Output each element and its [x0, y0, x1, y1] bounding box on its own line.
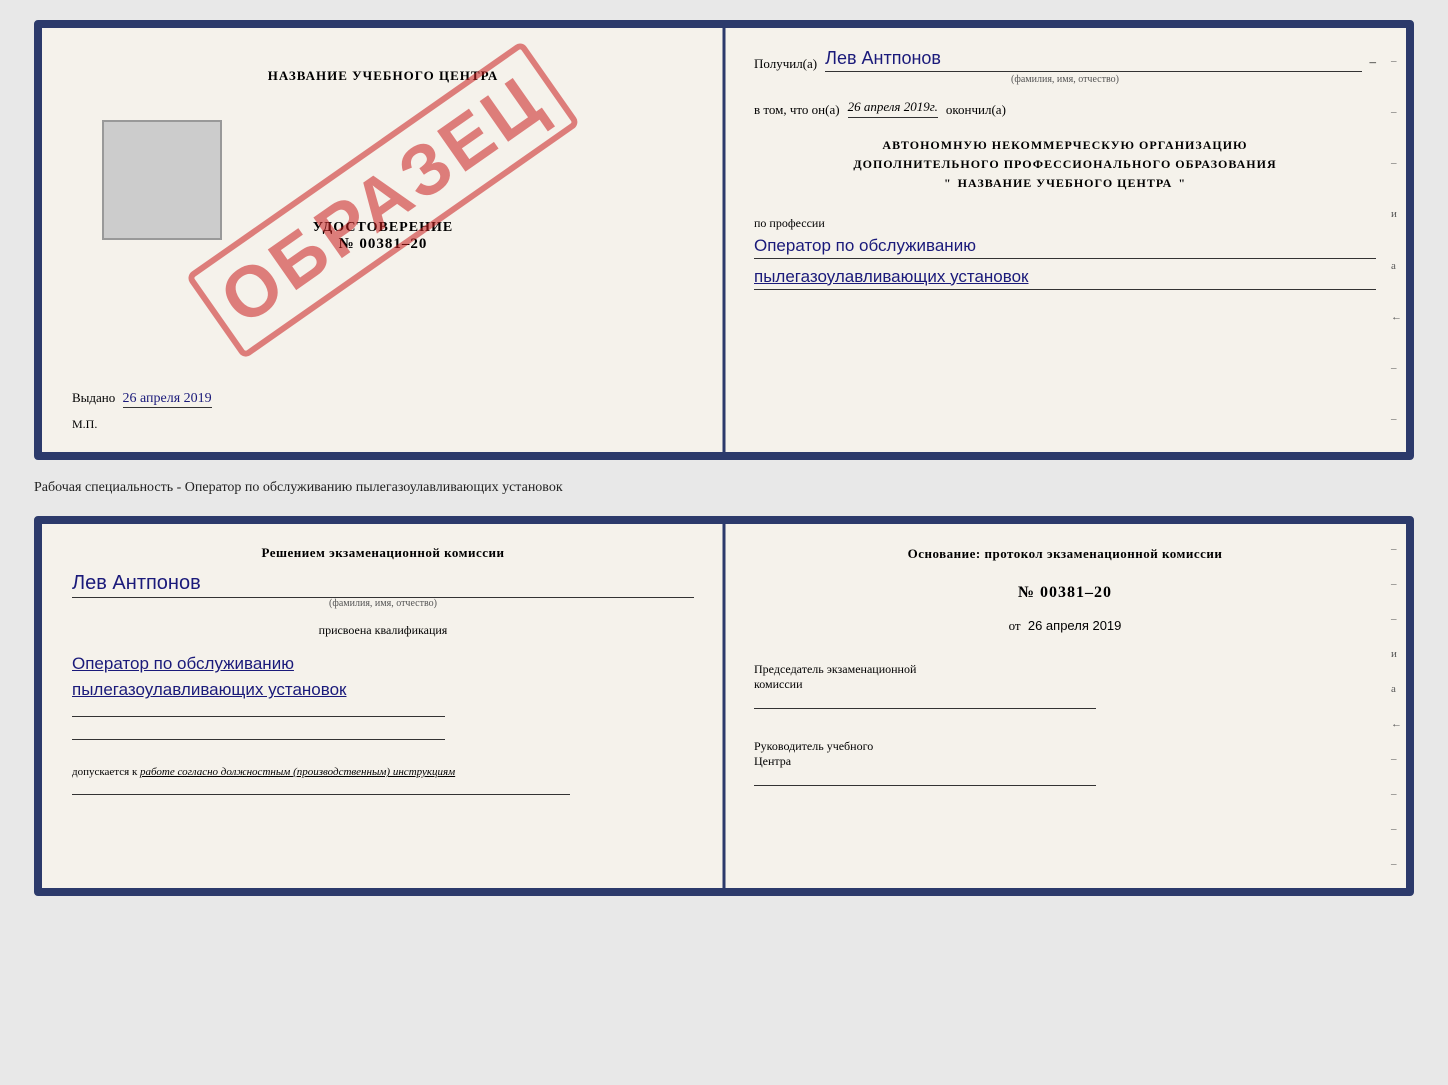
- org-name-line: " НАЗВАНИЕ УЧЕБНОГО ЦЕНТРА ": [754, 174, 1376, 193]
- rukovodit-line2: Центра: [754, 754, 1376, 769]
- bottom-document-card: Решением экзаменационной комиссии Лев Ан…: [34, 516, 1414, 896]
- vtom-line: в том, что он(а) 26 апреля 2019г. окончи…: [754, 99, 1376, 118]
- top-right-panel: Получил(а) Лев Антпонов – (фамилия, имя,…: [724, 28, 1406, 452]
- qual-line1: Оператор по обслуживанию: [72, 654, 694, 674]
- blank-line3: [72, 794, 570, 795]
- okonchil-label: окончил(а): [946, 102, 1006, 118]
- page-container: НАЗВАНИЕ УЧЕБНОГО ЦЕНТРА ОБРАЗЕЦ УДОСТОВ…: [34, 20, 1414, 896]
- rukovodit-block: Руководитель учебного Центра: [754, 739, 1376, 788]
- profession-line2: пылегазоулавливающих установок: [754, 267, 1376, 290]
- protocol-number: № 00381–20: [754, 584, 1376, 602]
- profession-block: по профессии Оператор по обслуживанию пы…: [754, 214, 1376, 290]
- udostoverenie-block: УДОСТОВЕРЕНИЕ № 00381–20: [313, 220, 453, 253]
- stamp-container: НАЗВАНИЕ УЧЕБНОГО ЦЕНТРА ОБРАЗЕЦ УДОСТОВ…: [72, 48, 694, 330]
- org-line1: АВТОНОМНУЮ НЕКОММЕРЧЕСКУЮ ОРГАНИЗАЦИЮ: [754, 136, 1376, 155]
- qual-block: Оператор по обслуживанию пылегазоулавлив…: [72, 648, 694, 700]
- org-name: НАЗВАНИЕ УЧЕБНОГО ЦЕНТРА: [958, 174, 1173, 193]
- recipient-section: Получил(а) Лев Антпонов – (фамилия, имя,…: [754, 48, 1376, 85]
- udostoverenie-label: УДОСТОВЕРЕНИЕ: [313, 220, 453, 236]
- vtom-label: в том, что он(а): [754, 102, 840, 118]
- osnov-label: Основание: протокол экзаменационной коми…: [754, 544, 1376, 564]
- bottom-left-panel: Решением экзаменационной комиссии Лев Ан…: [42, 524, 724, 888]
- osnov-section: Основание: протокол экзаменационной коми…: [754, 544, 1376, 564]
- separator-text: Рабочая специальность - Оператор по обсл…: [34, 472, 1414, 504]
- left-title: НАЗВАНИЕ УЧЕБНОГО ЦЕНТРА: [268, 68, 499, 84]
- profession-label: по профессии: [754, 216, 825, 230]
- udostoverenie-number: № 00381–20: [313, 236, 453, 253]
- ot-date: 26 апреля 2019: [1028, 618, 1122, 633]
- org-line2: ДОПОЛНИТЕЛЬНОГО ПРОФЕССИОНАЛЬНОГО ОБРАЗО…: [754, 155, 1376, 174]
- stamp-box: [102, 120, 222, 240]
- vtom-date: 26 апреля 2019г.: [848, 99, 938, 118]
- допускается-block: допускается к работе согласно должностны…: [72, 766, 694, 778]
- dash-after-name: –: [1370, 54, 1377, 70]
- blank-line1: [72, 716, 445, 717]
- obrazets-watermark: ОБРАЗЕЦ: [185, 40, 580, 359]
- recipient-name: Лев Антпонов: [825, 48, 1361, 72]
- допускается-value: работе согласно должностным (производств…: [140, 766, 455, 778]
- from-date: от 26 апреля 2019: [754, 618, 1376, 634]
- predsedatel-line1: Председатель экзаменационной: [754, 662, 1376, 677]
- org-block: АВТОНОМНУЮ НЕКОММЕРЧЕСКУЮ ОРГАНИЗАЦИЮ ДО…: [754, 136, 1376, 194]
- chairman-block: Председатель экзаменационной комиссии: [754, 662, 1376, 711]
- top-document-card: НАЗВАНИЕ УЧЕБНОГО ЦЕНТРА ОБРАЗЕЦ УДОСТОВ…: [34, 20, 1414, 460]
- vidano-label: Выдано: [72, 390, 115, 405]
- mp-line: М.П.: [72, 417, 694, 432]
- poluchil-label: Получил(а): [754, 56, 817, 72]
- rukovodit-line1: Руководитель учебного: [754, 739, 1376, 754]
- bottom-right-panel: Основание: протокол экзаменационной коми…: [724, 524, 1406, 888]
- blank-line2: [72, 739, 445, 740]
- decision-fio-sub: (фамилия, имя, отчество): [72, 598, 694, 609]
- recipient-line: Получил(а) Лев Антпонов –: [754, 48, 1376, 72]
- predsedatel-line2: комиссии: [754, 677, 1376, 692]
- rukovodit-sign-line: [754, 785, 1096, 786]
- bottom-right-edge-marks: – – – и а ← – – – –: [1391, 524, 1402, 888]
- vidano-line: Выдано 26 апреля 2019: [72, 390, 694, 407]
- ot-label: от: [1009, 618, 1021, 633]
- profession-line1: Оператор по обслуживанию: [754, 236, 1376, 259]
- decision-name-section: Лев Антпонов (фамилия, имя, отчество): [72, 572, 694, 609]
- vidano-date: 26 апреля 2019: [123, 391, 212, 408]
- org-quote2: ": [1178, 174, 1186, 193]
- chairman-sign-line: [754, 708, 1096, 709]
- decision-title: Решением экзаменационной комиссии: [72, 544, 694, 562]
- допускается-label: допускается к: [72, 766, 137, 778]
- top-left-panel: НАЗВАНИЕ УЧЕБНОГО ЦЕНТРА ОБРАЗЕЦ УДОСТОВ…: [42, 28, 724, 452]
- qual-line2: пылегазоулавливающих установок: [72, 680, 694, 700]
- fio-sub: (фамилия, имя, отчество): [754, 74, 1376, 85]
- right-edge-marks: – – – и а ← – –: [1391, 28, 1402, 452]
- qualification-label: присвоена квалификация: [72, 623, 694, 638]
- decision-name: Лев Антпонов: [72, 572, 694, 598]
- org-quote1: ": [944, 174, 952, 193]
